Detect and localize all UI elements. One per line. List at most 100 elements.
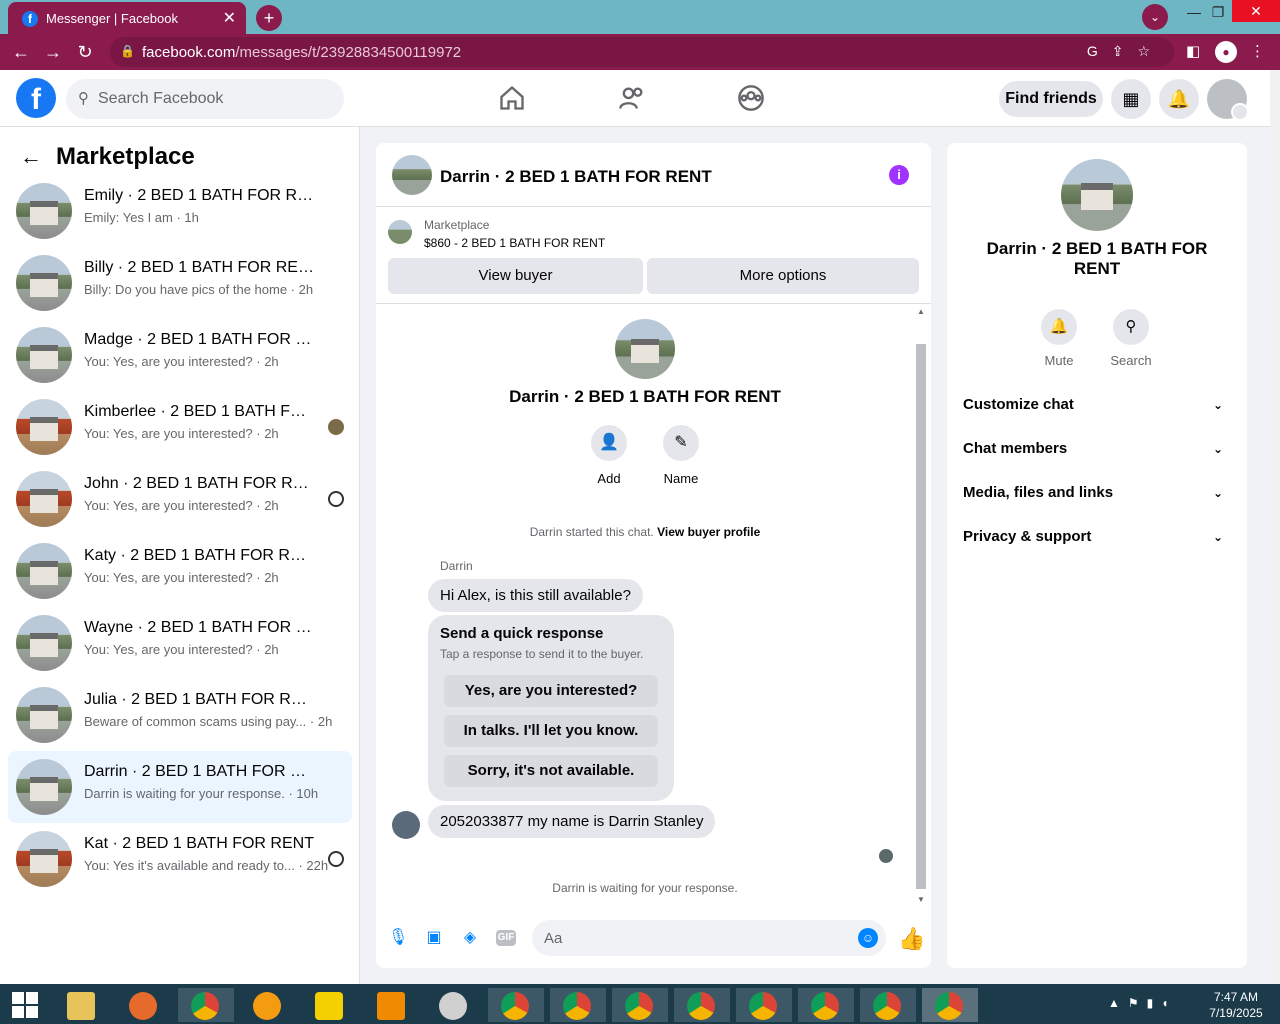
view-buyer-profile-link[interactable]: View buyer profile [657,525,760,539]
quick-response-not-available[interactable]: Sorry, it's not available. [444,755,658,787]
chrome-icon[interactable] [674,988,730,1022]
conversation-item[interactable]: Billy · 2 BED 1 BATH FOR RENT Billy: Do y… [8,247,352,319]
listing-thumbnail [388,220,412,244]
minimize-button[interactable]: — [1182,0,1206,34]
chrome-icon[interactable] [488,988,544,1022]
conversation-item[interactable]: John · 2 BED 1 BATH FOR RENT You: Yes, ar… [8,463,352,535]
photo-icon[interactable]: ▣ [424,928,444,948]
conversation-item[interactable]: Katy · 2 BED 1 BATH FOR RENT You: Yes, ar… [8,535,352,607]
bell-icon: 🔔 [1041,309,1077,345]
browser-tab-bar: f Messenger | Facebook ✕ + ⌄ — ❐ ✕ [0,0,1280,34]
firefox-icon[interactable] [116,988,172,1022]
home-icon[interactable] [498,84,526,112]
file-explorer-icon[interactable] [54,988,110,1022]
emoji-icon[interactable]: ☺ [858,928,878,948]
url-text[interactable]: facebook.com/messages/t/2392883450011997… [142,44,461,61]
conversation-item[interactable]: Kat · 2 BED 1 BATH FOR RENT You: Yes it's… [8,823,352,895]
notifications-bell-icon[interactable]: 🔔 [1159,79,1199,119]
view-buyer-button[interactable]: View buyer [388,258,643,294]
conversation-preview: Beware of common scams using pay... · 2h [84,714,333,729]
message-bubble[interactable]: 2052033877 my name is Darrin Stanley [428,805,716,838]
privacy-support-section[interactable]: Privacy & support ⌄ [963,519,1231,555]
thumbs-up-icon[interactable]: 👍 [898,926,925,952]
google-share-star-icons[interactable]: G⇪☆ [1087,43,1164,60]
read-receipt-avatar [879,849,893,863]
back-arrow-icon[interactable]: ← [10,41,32,63]
chrome-icon[interactable] [736,988,792,1022]
account-avatar[interactable] [1207,79,1249,121]
message-composer: 🎙 ▣ ◈ GIF ☺ 👍 [376,910,931,968]
more-options-button[interactable]: More options [647,258,919,294]
search-in-chat-button[interactable]: ⚲ Search [1101,309,1161,368]
tab-search-button[interactable]: ⌄ [1142,4,1168,30]
friends-icon[interactable] [618,84,646,112]
mute-button[interactable]: 🔔 Mute [1029,309,1089,368]
conversation-item[interactable]: Julia · 2 BED 1 BATH FOR RENT Beware of c… [8,679,352,751]
menu-grid-icon[interactable]: ▦ [1111,79,1151,119]
message-input[interactable] [532,920,886,956]
media-files-links-section[interactable]: Media, files and links ⌄ [963,475,1231,511]
thread-title: Darrin · 2 BED 1 BATH FOR RENT [509,387,781,406]
address-bar[interactable]: 🔒 facebook.com/messages/t/23928834500119… [110,37,1174,67]
window-close-button[interactable]: ✕ [1232,0,1280,22]
uc-browser-icon[interactable] [240,988,296,1022]
system-tray-icons[interactable]: ▲⚑▮◖ [1108,996,1177,1010]
quick-response-in-talks[interactable]: In talks. I'll let you know. [444,715,658,747]
reload-icon[interactable]: ↻ [74,41,96,63]
chrome-icon[interactable] [798,988,854,1022]
chevron-down-icon: ⌄ [1212,486,1223,500]
chrome-icon[interactable] [860,988,916,1022]
chat-header: Darrin · 2 BED 1 BATH FOR RENT i [376,143,931,207]
chrome-icon[interactable] [178,988,234,1022]
conversation-item[interactable]: Kimberlee · 2 BED 1 BATH FOR R... You: Ye… [8,391,352,463]
customize-chat-section[interactable]: Customize chat ⌄ [963,387,1231,423]
app-icon[interactable] [426,988,482,1022]
back-arrow-icon[interactable]: ← [20,144,46,170]
media-player-icon[interactable] [302,988,358,1022]
sidepanel-icon[interactable]: ◧ [1186,42,1200,60]
chat-members-section[interactable]: Chat members ⌄ [963,431,1231,467]
rename-button[interactable]: ✎ Name [651,425,711,486]
tab-close-icon[interactable]: ✕ [223,8,236,28]
microphone-icon[interactable]: 🎙 [388,928,408,948]
maximize-button[interactable]: ❐ [1206,0,1230,34]
message-bubble[interactable]: Hi Alex, is this still available? [428,579,643,612]
profile-icon[interactable]: ● [1215,41,1237,63]
forward-arrow-icon[interactable]: → [42,41,64,63]
quick-response-yes[interactable]: Yes, are you interested? [444,675,658,707]
conversation-preview: You: Yes it's available and ready to... … [84,858,329,873]
info-icon[interactable]: i [889,165,909,185]
search-input[interactable] [98,79,338,119]
groups-icon[interactable] [737,84,765,112]
chat-scrollbar-thumb[interactable] [916,344,926,889]
chat-avatar[interactable] [392,155,432,195]
taskbar-clock[interactable]: 7:47 AM 7/19/2025 [1200,989,1272,1021]
add-people-button[interactable]: 👤 Add [579,425,639,486]
gif-icon[interactable]: GIF [496,930,516,946]
chat-title[interactable]: Darrin · 2 BED 1 BATH FOR RENT [440,167,712,187]
listing-strip: Marketplace $860 - 2 BED 1 BATH FOR RENT… [376,208,931,304]
chrome-icon[interactable] [922,988,978,1022]
message-thread: Darrin · 2 BED 1 BATH FOR RENT 👤 Add ✎ N… [376,305,931,910]
browser-tab[interactable]: f Messenger | Facebook ✕ [8,2,246,34]
windows-taskbar: ▲⚑▮◖ 7:47 AM 7/19/2025 [0,984,1280,1024]
windows-start-icon[interactable] [12,992,38,1018]
conversation-item[interactable]: Emily · 2 BED 1 BATH FOR RENT Emily: Yes … [8,175,352,247]
menu-kebab-icon[interactable]: ⋮ [1250,42,1265,60]
sender-avatar[interactable] [392,811,420,839]
sticker-icon[interactable]: ◈ [460,928,480,948]
facebook-logo[interactable]: f [16,78,56,118]
chrome-icon[interactable] [612,988,668,1022]
search-box[interactable]: ⚲ [66,79,344,119]
chrome-icon[interactable] [550,988,606,1022]
conversation-item[interactable]: Madge · 2 BED 1 BATH FOR RENT You: Yes, a… [8,319,352,391]
page-scrollbar[interactable] [1270,70,1280,984]
scroll-down-arrow-icon[interactable]: ▼ [916,895,926,904]
vlc-icon[interactable] [364,988,420,1022]
conversation-name: Julia · 2 BED 1 BATH FOR RENT [84,691,316,708]
scroll-up-arrow-icon[interactable]: ▲ [916,307,926,316]
find-friends-button[interactable]: Find friends [999,81,1103,117]
conversation-item[interactable]: Darrin · 2 BED 1 BATH FOR RENT Darrin is … [8,751,352,823]
conversation-item[interactable]: Wayne · 2 BED 1 BATH FOR RENT You: Yes, a… [8,607,352,679]
new-tab-button[interactable]: + [256,5,282,31]
